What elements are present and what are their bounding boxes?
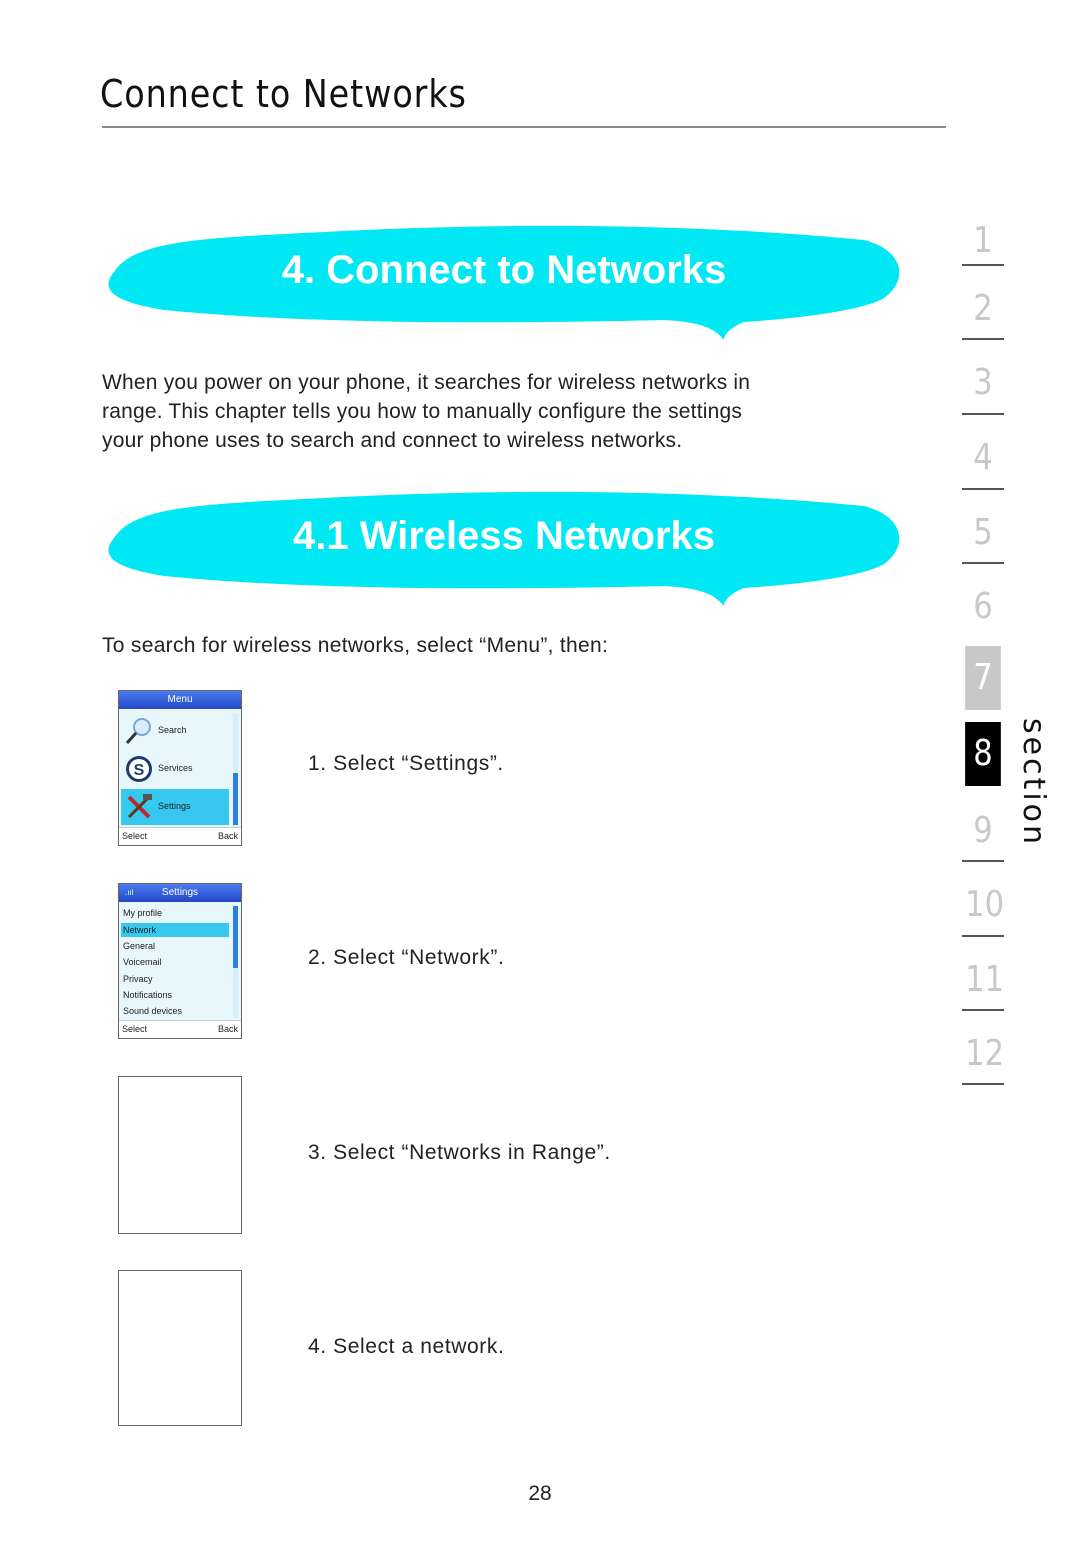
- section-tab-6[interactable]: 6: [965, 576, 1001, 638]
- phone-screenshot-placeholder: [118, 1076, 242, 1234]
- settings-item-network[interactable]: Network: [121, 923, 229, 937]
- scrollbar-thumb: [233, 773, 238, 825]
- header-divider: [102, 126, 946, 128]
- phone-screenshot-placeholder: [118, 1270, 242, 1426]
- softkey-bar: Select Back: [119, 827, 241, 845]
- intro-paragraph: When you power on your phone, it searche…: [102, 368, 902, 455]
- section-divider: [962, 562, 1004, 564]
- page-number: 28: [528, 1482, 552, 1505]
- magnifier-icon: [125, 718, 151, 745]
- section-divider: [962, 413, 1004, 415]
- screen-title: Settings: [161, 887, 199, 898]
- section-divider: [962, 1083, 1004, 1085]
- menu-item-services[interactable]: S Services: [121, 751, 229, 787]
- section-tab-10[interactable]: 10: [965, 874, 1004, 936]
- scrollbar-thumb: [233, 906, 238, 968]
- scrollbar: [233, 906, 238, 1018]
- instruction-text: To search for wireless networks, select …: [102, 634, 609, 657]
- section-divider: [962, 935, 1004, 937]
- screen-title: Menu: [167, 694, 193, 705]
- step-4: 4. Select a network.: [308, 1335, 505, 1358]
- menu-item-search[interactable]: Search: [121, 713, 229, 749]
- settings-item[interactable]: Sound devices: [121, 1004, 229, 1018]
- tools-icon: [127, 794, 152, 819]
- step-1: 1. Select “Settings”.: [308, 752, 504, 775]
- softkey-select[interactable]: Select: [122, 1021, 147, 1038]
- section-divider: [962, 860, 1004, 862]
- settings-item[interactable]: Voicemail: [121, 955, 229, 969]
- skype-icon: S: [126, 756, 152, 782]
- softkey-select[interactable]: Select: [122, 828, 147, 845]
- section-divider: [962, 264, 1004, 266]
- svg-text:S: S: [134, 762, 145, 779]
- settings-item[interactable]: Privacy: [121, 972, 229, 986]
- phone-screenshot-settings: .ııl Settings My profile Network General…: [118, 883, 242, 1039]
- softkey-bar: Select Back: [119, 1020, 241, 1038]
- section-tab-9[interactable]: 9: [965, 800, 1001, 862]
- paragraph-line: your phone uses to search and connect to…: [102, 429, 683, 452]
- subsection-heading-text: 4.1 Wireless Networks: [292, 514, 716, 558]
- section-tab-8-active[interactable]: 8: [965, 722, 1001, 786]
- section-heading-bubble: 4. Connect to Networks: [104, 220, 900, 344]
- settings-item[interactable]: My profile: [121, 906, 229, 920]
- softkey-back[interactable]: Back: [218, 828, 238, 845]
- screen-title-bar: Menu: [119, 691, 241, 709]
- scrollbar: [233, 713, 238, 825]
- page-header-title: Connect to Networks: [100, 72, 467, 116]
- section-tab-7[interactable]: 7: [965, 646, 1001, 710]
- section-tab-11[interactable]: 11: [965, 949, 1004, 1011]
- paragraph-line: range. This chapter tells you how to man…: [102, 400, 743, 423]
- section-tab-2[interactable]: 2: [965, 278, 1001, 340]
- screen-title-bar: .ııl Settings: [119, 884, 241, 902]
- menu-item-settings[interactable]: Settings: [121, 789, 229, 825]
- section-tab-5[interactable]: 5: [965, 502, 1001, 564]
- paragraph-line: When you power on your phone, it searche…: [102, 371, 751, 394]
- softkey-back[interactable]: Back: [218, 1021, 238, 1038]
- section-tab-4[interactable]: 4: [965, 427, 1001, 489]
- settings-item[interactable]: Notifications: [121, 988, 229, 1002]
- section-divider: [962, 488, 1004, 490]
- signal-icon: .ııl: [125, 888, 134, 897]
- section-label: section: [1016, 718, 1051, 848]
- section-tab-1[interactable]: 1: [965, 210, 1001, 272]
- section-divider: [962, 338, 1004, 340]
- settings-item[interactable]: General: [121, 939, 229, 953]
- section-heading-text: 4. Connect to Networks: [281, 248, 727, 292]
- subsection-heading-bubble: 4.1 Wireless Networks: [104, 486, 900, 610]
- step-3: 3. Select “Networks in Range”.: [308, 1141, 611, 1164]
- section-tab-3[interactable]: 3: [965, 352, 1001, 414]
- section-divider: [962, 1009, 1004, 1011]
- section-tab-12[interactable]: 12: [965, 1023, 1004, 1085]
- step-2: 2. Select “Network”.: [308, 946, 505, 969]
- phone-screenshot-menu: Menu Search S Services Settings Select B…: [118, 690, 242, 846]
